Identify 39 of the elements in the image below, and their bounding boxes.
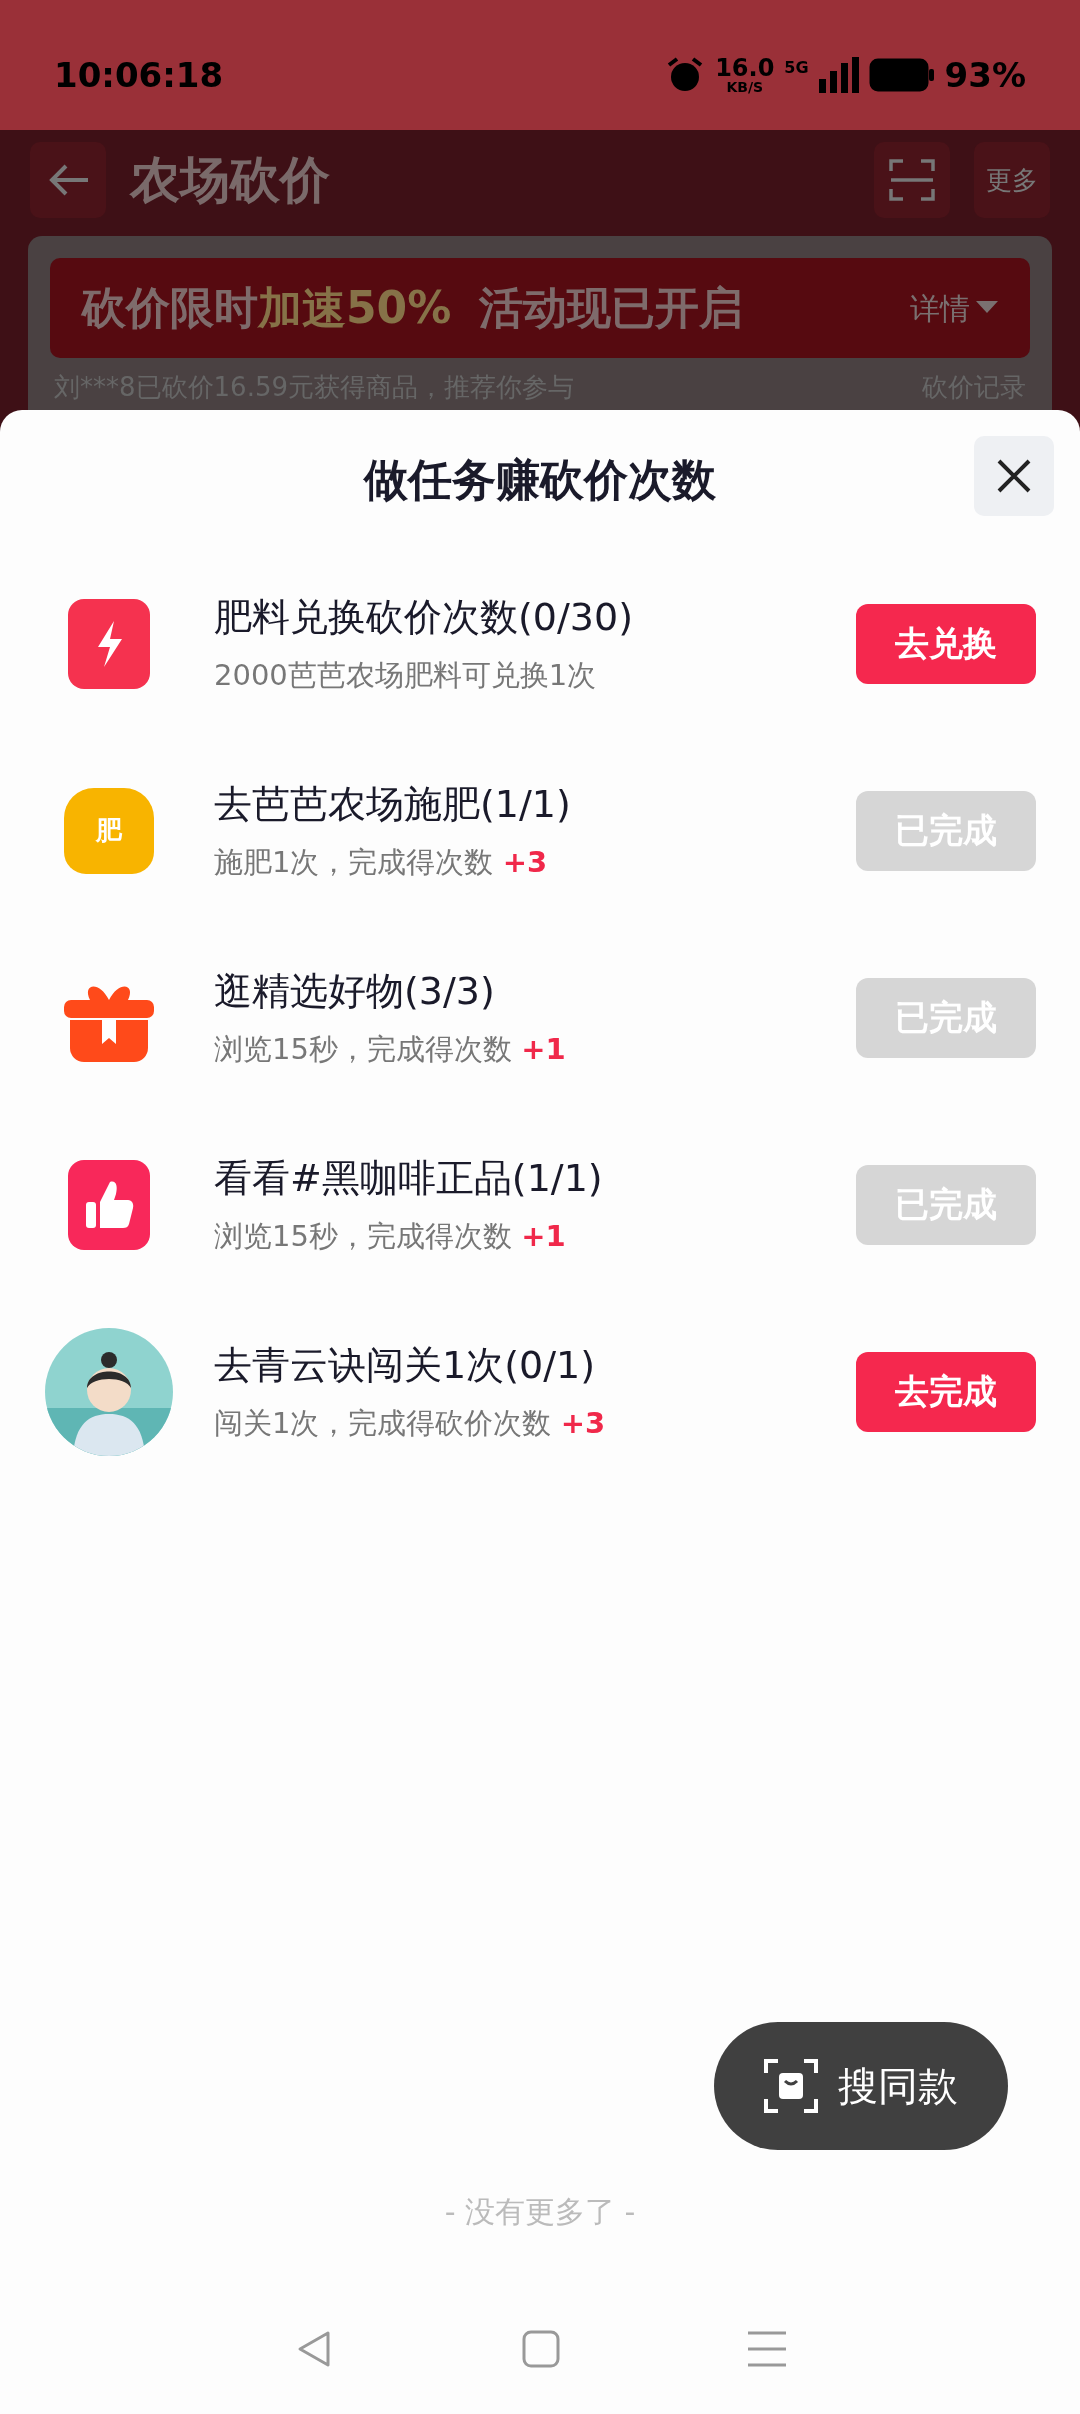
close-button[interactable] [974,436,1054,516]
lightning-icon [68,598,150,689]
menu-icon[interactable] [748,2331,786,2367]
page-title: 农场砍价 [130,149,330,211]
status-time: 10:06:18 [54,53,224,97]
task-description: 2000芭芭农场肥料可兑换1次 [214,657,598,695]
scan-icon [889,157,935,203]
speed-unit: KB/S [726,80,764,94]
task-title: 去青云诀闯关1次(0/1) [214,1342,596,1390]
task-title: 肥料兑换砍价次数(0/30) [214,594,634,642]
search-same-button[interactable]: 搜同款 [714,2022,1008,2150]
caret-icon [976,301,998,315]
task-button[interactable]: 去兑换 [856,603,1036,684]
home-nav-icon[interactable] [522,2330,560,2368]
end-of-list-text: - 没有更多了 - [444,2193,636,2231]
promo-text: 砍价限时加速50% [82,281,452,335]
task-description: 闯关1次，完成得砍价次数 +3 [214,1405,607,1443]
promo-status: 活动现已开启 [479,281,744,335]
sheet-title: 做任务赚砍价次数 [364,453,716,507]
task-title: 逛精选好物(3/3) [214,968,496,1016]
signal-icon [818,57,859,93]
fertilizer-bag-icon: 肥 [64,787,154,874]
task-title: 看看#黑咖啡正品(1/1) [214,1155,604,1203]
battery-icon [868,58,935,92]
task-button[interactable]: 去完成 [856,1351,1036,1432]
task-title: 去芭芭农场施肥(1/1) [214,781,572,829]
scan-bag-icon [764,2059,818,2113]
back-button[interactable] [30,142,106,218]
scan-button[interactable] [874,142,950,218]
task-description: 施肥1次，完成得次数 +3 [214,844,549,882]
battery-percent: 93% [944,53,1026,97]
task-description: 浏览15秒，完成得次数 +1 [214,1218,567,1256]
thumbs-up-icon [68,1159,150,1250]
network-speed: 16.0 [715,56,775,80]
network-type: 5G [784,56,809,79]
details-button[interactable]: 详情 [910,285,998,331]
more-button[interactable]: 更多 [974,142,1050,218]
task-description: 浏览15秒，完成得次数 +1 [214,1031,567,1069]
close-icon [996,458,1032,494]
